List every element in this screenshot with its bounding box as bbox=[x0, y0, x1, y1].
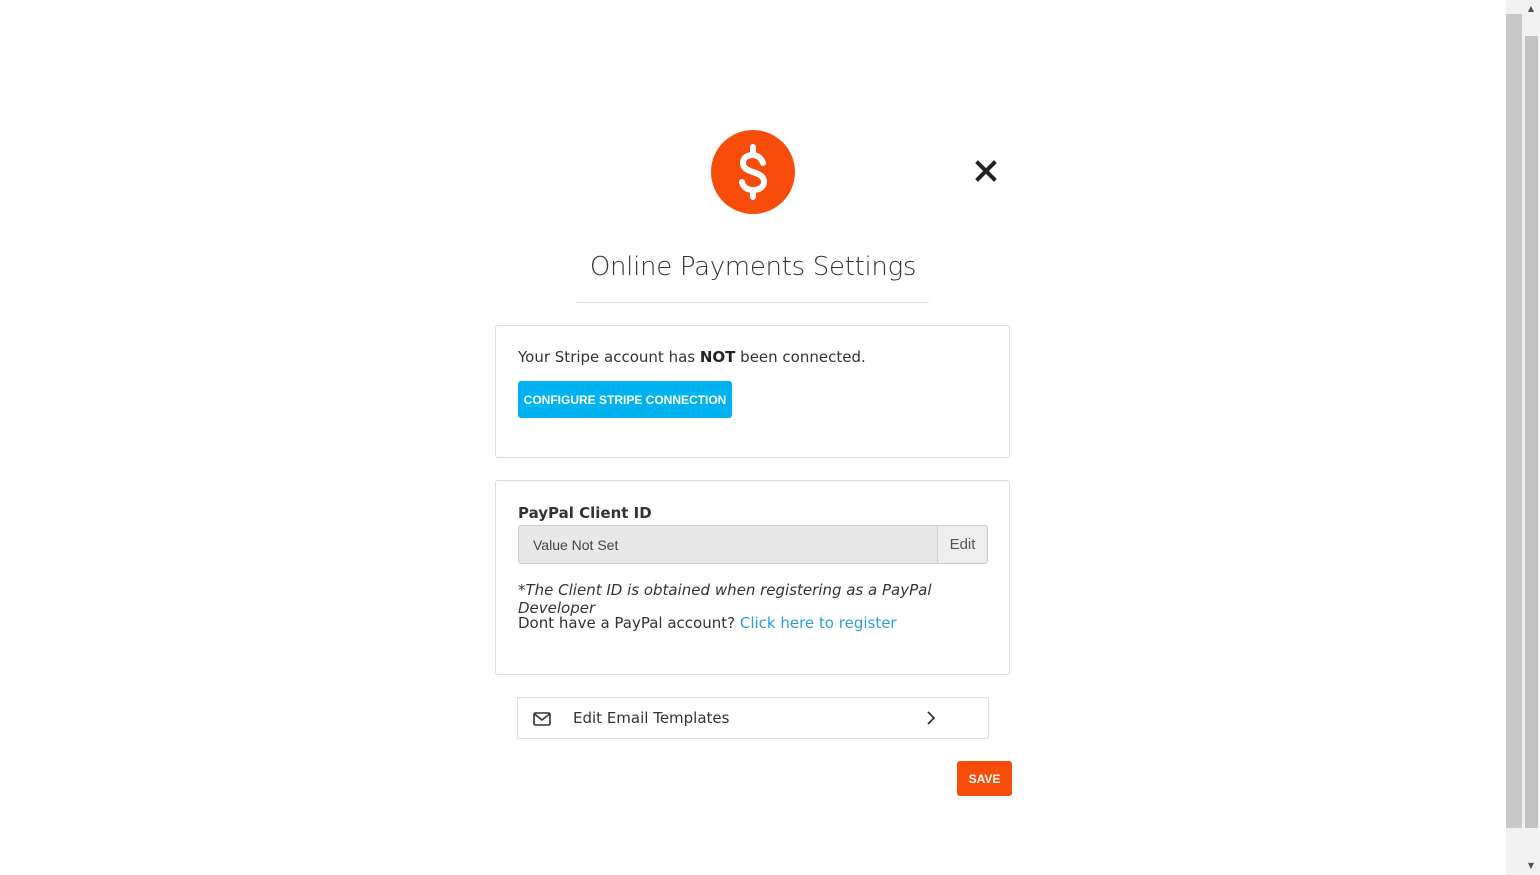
stripe-card: Your Stripe account has NOT been connect… bbox=[495, 325, 1010, 458]
edit-email-templates-label: Edit Email Templates bbox=[573, 709, 730, 727]
stripe-status-emphasis: NOT bbox=[699, 348, 736, 366]
close-icon[interactable] bbox=[970, 155, 1002, 187]
title-divider bbox=[577, 302, 929, 303]
paypal-register-link[interactable]: Click here to register bbox=[740, 614, 897, 632]
scroll-up-arrow-icon[interactable]: ▲ bbox=[1524, 2, 1538, 16]
dollar-icon bbox=[711, 130, 795, 214]
paypal-register-text: Dont have a PayPal account? Click here t… bbox=[518, 614, 897, 632]
scrollbar-thumb[interactable] bbox=[1525, 36, 1538, 828]
paypal-register-prompt: Dont have a PayPal account? bbox=[518, 614, 740, 632]
paypal-client-id-label: PayPal Client ID bbox=[518, 504, 652, 522]
paypal-client-id-note: *The Client ID is obtained when register… bbox=[518, 581, 932, 617]
paypal-client-id-field[interactable] bbox=[518, 525, 938, 564]
payments-settings-page: Online Payments Settings Your Stripe acc… bbox=[0, 0, 1540, 875]
configure-stripe-button[interactable]: CONFIGURE STRIPE CONNECTION bbox=[518, 381, 732, 418]
edit-email-templates-button[interactable]: Edit Email Templates bbox=[517, 697, 989, 739]
stripe-status-text: Your Stripe account has NOT been connect… bbox=[518, 348, 866, 366]
save-button[interactable]: SAVE bbox=[957, 761, 1012, 796]
scroll-down-arrow-icon[interactable]: ▼ bbox=[1524, 859, 1538, 873]
envelope-icon bbox=[533, 711, 551, 726]
chevron-right-icon bbox=[924, 710, 938, 726]
page-title: Online Payments Settings bbox=[589, 252, 917, 282]
paypal-card: PayPal Client ID Edit *The Client ID is … bbox=[495, 480, 1010, 675]
stripe-status-prefix: Your Stripe account has bbox=[518, 348, 700, 366]
scrollbar-gutter bbox=[1506, 14, 1522, 828]
paypal-edit-button[interactable]: Edit bbox=[937, 525, 988, 564]
stripe-status-suffix: been connected. bbox=[735, 348, 866, 366]
